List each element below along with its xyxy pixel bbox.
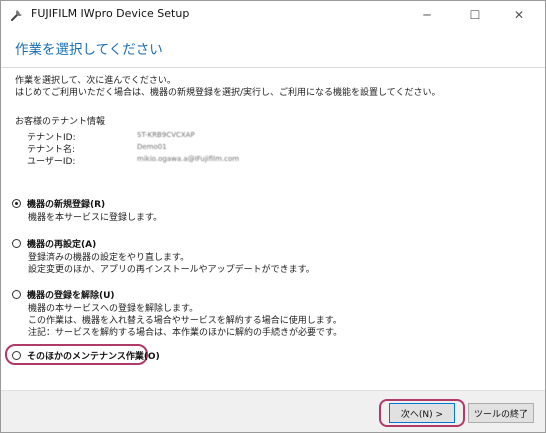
option-reconfigure[interactable]: 機器の再設定(A) xyxy=(12,237,96,250)
setup-window: FUJIFILM IWpro Device Setup ─ ☐ ✕ 作業を選択し… xyxy=(0,0,546,433)
maximize-button[interactable]: ☐ xyxy=(453,1,497,29)
intro-text: 作業を選択して、次に進んでください。 はじめてご利用いただく場合は、機器の新規登… xyxy=(15,75,535,99)
window-title: FUJIFILM IWpro Device Setup xyxy=(31,7,190,20)
desc-line: 注記：サービスを解約する場合は、本作業のほかに解約の手続きが必要です。 xyxy=(28,328,343,338)
option-reconfigure-label: 機器の再設定(A) xyxy=(27,240,97,250)
radio-reconfigure[interactable] xyxy=(12,239,21,248)
desc-line: 機器の本サービスへの登録を解除します。 xyxy=(28,304,199,314)
radio-unregister[interactable] xyxy=(12,290,21,299)
close-button[interactable]: ✕ xyxy=(497,1,541,29)
intro-line-1: 作業を選択して、次に進んでください。 xyxy=(15,76,176,86)
tenant-name-value: Demo01 xyxy=(137,143,167,151)
user-id-value: mikio.ogawa.a@IFujifilm.com xyxy=(137,155,240,163)
next-button[interactable]: 次へ(N) > xyxy=(389,403,455,423)
app-icon xyxy=(9,7,25,23)
intro-line-2: はじめてご利用いただく場合は、機器の新規登録を選択/実行し、ご利用になる機能を設… xyxy=(15,88,441,98)
option-new-registration-desc: 機器を本サービスに登録します。 xyxy=(28,212,162,224)
page-header: 作業を選択してください xyxy=(1,29,545,67)
tenant-id-value: ST-KRB9CVCXAP xyxy=(137,131,195,139)
title-bar: FUJIFILM IWpro Device Setup ─ ☐ ✕ xyxy=(1,1,545,29)
option-new-registration[interactable]: 機器の新規登録(R) xyxy=(12,197,105,210)
radio-new-registration[interactable] xyxy=(12,199,21,208)
radio-other-maintenance[interactable] xyxy=(12,351,21,360)
desc-line: 登録済みの機器の設定をやり直します。 xyxy=(28,253,190,263)
desc-line: この作業は、機器を入れ替える場合やサービスを解約する場合に使用します。 xyxy=(28,316,342,326)
header-divider xyxy=(1,67,545,68)
minimize-button[interactable]: ─ xyxy=(405,1,449,29)
option-other-maintenance-label: そのほかのメンテナンス作業(O) xyxy=(27,352,160,362)
desc-line: 設定変更のほか、アプリの再インストールやアップデートができます。 xyxy=(28,265,315,275)
tenant-heading: お客様のテナント情報 xyxy=(15,117,106,127)
quit-tool-button[interactable]: ツールの終了 xyxy=(468,403,534,423)
option-unregister-desc: 機器の本サービスへの登録を解除します。 この作業は、機器を入れ替える場合やサービ… xyxy=(28,303,342,339)
option-other-maintenance[interactable]: そのほかのメンテナンス作業(O) xyxy=(12,349,160,362)
desc-line: 機器を本サービスに登録します。 xyxy=(28,213,163,223)
option-reconfigure-desc: 登録済みの機器の設定をやり直します。 設定変更のほか、アプリの再インストールやア… xyxy=(28,252,315,276)
option-new-registration-label: 機器の新規登録(R) xyxy=(27,200,106,210)
option-unregister-label: 機器の登録を解除(U) xyxy=(27,291,115,301)
page-title: 作業を選択してください xyxy=(15,42,163,58)
option-unregister[interactable]: 機器の登録を解除(U) xyxy=(12,288,115,301)
button-bar: 次へ(N) > ツールの終了 xyxy=(1,390,545,432)
user-id-label: ユーザーID: xyxy=(27,157,76,167)
